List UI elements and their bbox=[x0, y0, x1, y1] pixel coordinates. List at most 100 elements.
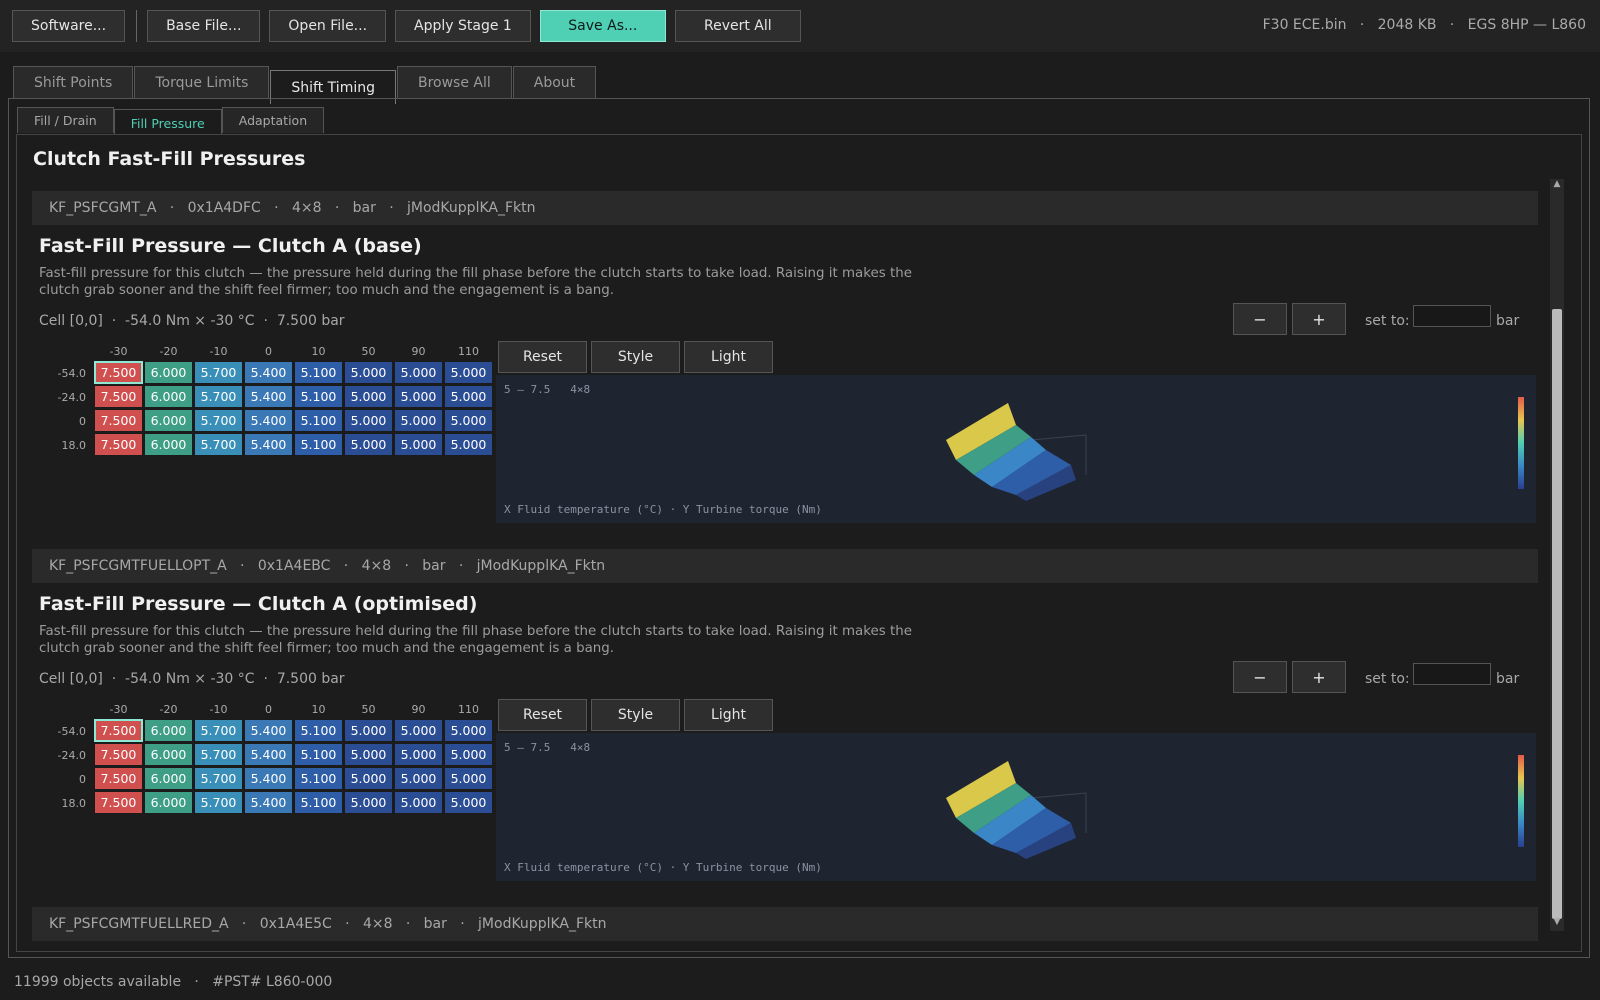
table-cell[interactable]: 5.100 bbox=[294, 409, 343, 432]
table-cell[interactable]: 5.000 bbox=[344, 361, 393, 384]
style-button[interactable]: Style bbox=[591, 341, 680, 373]
table-cell[interactable]: 5.000 bbox=[344, 743, 393, 766]
save-as-button[interactable]: Save As... bbox=[539, 10, 666, 42]
revert-all-button[interactable]: Revert All bbox=[674, 10, 801, 42]
column-header: -10 bbox=[209, 703, 228, 716]
table-cell[interactable]: 5.000 bbox=[444, 361, 493, 384]
set-value-input[interactable] bbox=[1413, 663, 1491, 685]
table-cell[interactable]: 5.000 bbox=[394, 743, 443, 766]
table-cell[interactable]: 5.000 bbox=[394, 433, 443, 456]
maps-scroll-area[interactable]: KF_PSFCGMT_A · 0x1A4DFC · 4×8 · bar · jM… bbox=[32, 181, 1568, 951]
table-cell[interactable]: 5.700 bbox=[194, 767, 243, 790]
table-cell[interactable]: 7.500 bbox=[94, 743, 143, 766]
scrollbar-thumb[interactable] bbox=[1552, 309, 1562, 919]
map-block-partial: KF_PSFCGMTFUELLRED_A · 0x1A4E5C · 4×8 · … bbox=[32, 897, 1538, 951]
table-cell[interactable]: 5.700 bbox=[194, 385, 243, 408]
table-cell[interactable]: 5.000 bbox=[394, 385, 443, 408]
table-cell[interactable]: 5.000 bbox=[394, 767, 443, 790]
table-cell[interactable]: 5.400 bbox=[244, 385, 293, 408]
table-cell[interactable]: 5.000 bbox=[444, 385, 493, 408]
table-cell[interactable]: 5.400 bbox=[244, 767, 293, 790]
table-cell[interactable]: 5.000 bbox=[444, 719, 493, 742]
table-cell[interactable]: 6.000 bbox=[144, 409, 193, 432]
table-cell[interactable]: 7.500 bbox=[94, 791, 143, 814]
table-cell[interactable]: 7.500 bbox=[94, 719, 143, 742]
table-cell[interactable]: 6.000 bbox=[144, 385, 193, 408]
table-cell[interactable]: 5.700 bbox=[194, 743, 243, 766]
column-header: 50 bbox=[361, 345, 376, 358]
table-cell[interactable]: 5.000 bbox=[344, 791, 393, 814]
table-cell[interactable]: 7.500 bbox=[94, 767, 143, 790]
table-cell[interactable]: 5.000 bbox=[344, 767, 393, 790]
table-cell[interactable]: 5.700 bbox=[194, 409, 243, 432]
reset-view-button[interactable]: Reset bbox=[498, 341, 587, 373]
light-button[interactable]: Light bbox=[684, 699, 773, 731]
table-cell[interactable]: 7.500 bbox=[94, 409, 143, 432]
decrement-button[interactable]: − bbox=[1233, 661, 1287, 693]
table-cell[interactable]: 5.000 bbox=[394, 719, 443, 742]
tab-torque-limits[interactable]: Torque Limits bbox=[134, 66, 270, 98]
table-cell[interactable]: 5.400 bbox=[244, 433, 293, 456]
scroll-down-arrow-icon[interactable]: ▼ bbox=[1550, 917, 1564, 931]
set-value-input[interactable] bbox=[1413, 305, 1491, 327]
table-cell[interactable]: 6.000 bbox=[144, 791, 193, 814]
table-cell[interactable]: 5.700 bbox=[194, 719, 243, 742]
table-cell[interactable]: 5.000 bbox=[344, 385, 393, 408]
light-button[interactable]: Light bbox=[684, 341, 773, 373]
open-file-button[interactable]: Open File... bbox=[269, 10, 387, 42]
table-cell[interactable]: 5.100 bbox=[294, 743, 343, 766]
column-header: 10 bbox=[311, 345, 326, 358]
table-cell[interactable]: 5.400 bbox=[244, 743, 293, 766]
table-cell[interactable]: 7.500 bbox=[94, 361, 143, 384]
table-cell[interactable]: 5.000 bbox=[444, 767, 493, 790]
table-cell[interactable]: 5.400 bbox=[244, 791, 293, 814]
table-cell[interactable]: 5.000 bbox=[344, 433, 393, 456]
table-cell[interactable]: 5.100 bbox=[294, 361, 343, 384]
table-cell[interactable]: 5.000 bbox=[344, 719, 393, 742]
subtab-adaptation[interactable]: Adaptation bbox=[221, 107, 325, 133]
table-cell[interactable]: 7.500 bbox=[94, 385, 143, 408]
reset-view-button[interactable]: Reset bbox=[498, 699, 587, 731]
increment-button[interactable]: + bbox=[1292, 303, 1346, 335]
table-cell[interactable]: 5.100 bbox=[294, 433, 343, 456]
table-cell[interactable]: 6.000 bbox=[144, 433, 193, 456]
increment-button[interactable]: + bbox=[1292, 661, 1346, 693]
table-cell[interactable]: 5.400 bbox=[244, 409, 293, 432]
table-cell[interactable]: 5.000 bbox=[394, 409, 443, 432]
table-cell[interactable]: 5.100 bbox=[294, 719, 343, 742]
vertical-scrollbar[interactable]: ▲ ▼ bbox=[1550, 179, 1564, 931]
table-cell[interactable]: 5.000 bbox=[394, 791, 443, 814]
table-cell[interactable]: 5.000 bbox=[444, 743, 493, 766]
tab-shift-points[interactable]: Shift Points bbox=[13, 66, 134, 98]
subtab-fill-drain[interactable]: Fill / Drain bbox=[17, 107, 114, 133]
table-cell[interactable]: 5.700 bbox=[194, 791, 243, 814]
base-file-button[interactable]: Base File... bbox=[147, 10, 261, 42]
table-cell[interactable]: 5.000 bbox=[394, 361, 443, 384]
table-cell[interactable]: 5.400 bbox=[244, 719, 293, 742]
table-cell[interactable]: 5.000 bbox=[444, 433, 493, 456]
table-cell[interactable]: 5.000 bbox=[444, 791, 493, 814]
decrement-button[interactable]: − bbox=[1233, 303, 1287, 335]
scroll-up-arrow-icon[interactable]: ▲ bbox=[1550, 179, 1564, 193]
table-cell[interactable]: 5.100 bbox=[294, 791, 343, 814]
table-cell[interactable]: 5.100 bbox=[294, 385, 343, 408]
tab-about[interactable]: About bbox=[512, 66, 597, 98]
apply-stage1-button[interactable]: Apply Stage 1 bbox=[395, 10, 531, 42]
table-cell[interactable]: 6.000 bbox=[144, 719, 193, 742]
subtab-fill-pressure[interactable]: Fill Pressure bbox=[113, 109, 222, 136]
table-cell[interactable]: 5.700 bbox=[194, 361, 243, 384]
table-cell[interactable]: 5.000 bbox=[344, 409, 393, 432]
surface-plot[interactable]: 5 – 7.5 4×8 X Fluid temperature (°C) · Y … bbox=[496, 375, 1536, 523]
tab-browse-all[interactable]: Browse All bbox=[396, 66, 512, 98]
surface-plot[interactable]: 5 – 7.5 4×8 X Fluid temperature (°C) · Y … bbox=[496, 733, 1536, 881]
table-cell[interactable]: 5.100 bbox=[294, 767, 343, 790]
table-cell[interactable]: 6.000 bbox=[144, 767, 193, 790]
software-button[interactable]: Software... bbox=[12, 10, 126, 42]
table-cell[interactable]: 5.700 bbox=[194, 433, 243, 456]
table-cell[interactable]: 5.000 bbox=[444, 409, 493, 432]
table-cell[interactable]: 5.400 bbox=[244, 361, 293, 384]
table-cell[interactable]: 7.500 bbox=[94, 433, 143, 456]
table-cell[interactable]: 6.000 bbox=[144, 743, 193, 766]
table-cell[interactable]: 6.000 bbox=[144, 361, 193, 384]
style-button[interactable]: Style bbox=[591, 699, 680, 731]
